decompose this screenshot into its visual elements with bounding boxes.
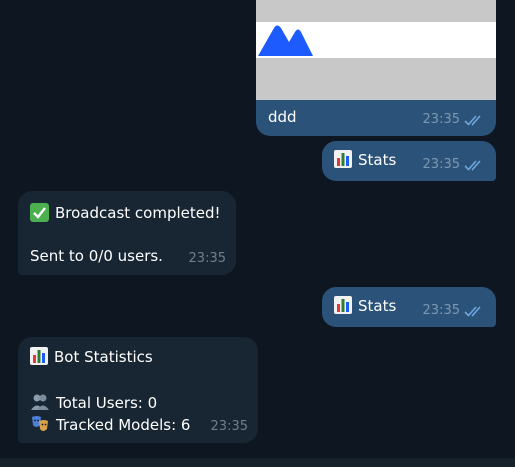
media-caption: ddd (268, 108, 297, 126)
message-meta: 23:35 (189, 249, 226, 269)
stats-line: Stats (334, 296, 396, 316)
users-icon (31, 394, 49, 410)
broadcast-title-line: Broadcast completed! (30, 203, 221, 223)
bot-stats-title: Bot Statistics (54, 348, 153, 366)
media-image[interactable] (256, 0, 496, 100)
double-check-icon (464, 115, 481, 126)
broadcast-title: Broadcast completed! (55, 204, 221, 222)
bot-stats-title-line: Bot Statistics (30, 347, 153, 367)
message-time: 23:35 (422, 112, 460, 127)
message-meta: 23:35 (211, 417, 248, 437)
message-time: 23:35 (422, 303, 460, 318)
bar-chart-icon (30, 347, 48, 365)
media-message[interactable]: ddd 23:35 (256, 0, 496, 136)
check-mark-icon (30, 203, 49, 222)
message-time: 23:35 (210, 419, 248, 434)
message-time: 23:35 (422, 157, 460, 172)
composer-bar-edge (0, 458, 515, 467)
broadcast-detail: Sent to 0/0 users. (30, 247, 163, 265)
total-users-line: Total Users: 0 (30, 392, 157, 413)
stats-command-message[interactable]: Stats 23:35 (322, 141, 496, 181)
blue-logo-icon (258, 25, 313, 56)
stats-command-message[interactable]: Stats 23:35 (322, 287, 496, 327)
message-meta: 23:35 (423, 110, 486, 130)
message-meta: 23:35 (423, 155, 486, 175)
message-meta: 23:35 (423, 301, 486, 321)
double-check-icon (464, 160, 481, 171)
masks-icon (32, 416, 48, 431)
tracked-models: Tracked Models: 6 (56, 416, 191, 434)
stats-line: Stats (334, 150, 396, 170)
chat-history[interactable]: ddd 23:35 Stats 23:35 Broadcast complete… (0, 0, 515, 467)
stats-text: Stats (358, 297, 397, 315)
broadcast-result-message[interactable]: Broadcast completed! Sent to 0/0 users. … (18, 191, 236, 275)
message-time: 23:35 (188, 251, 226, 266)
tracked-models-line: Tracked Models: 6 (30, 414, 190, 435)
bar-chart-icon (334, 150, 352, 168)
bot-statistics-message[interactable]: Bot Statistics Total Users: 0 Tracked Mo… (18, 337, 258, 443)
stats-text: Stats (358, 151, 397, 169)
bar-chart-icon (334, 296, 352, 314)
total-users: Total Users: 0 (56, 394, 158, 412)
double-check-icon (464, 306, 481, 317)
